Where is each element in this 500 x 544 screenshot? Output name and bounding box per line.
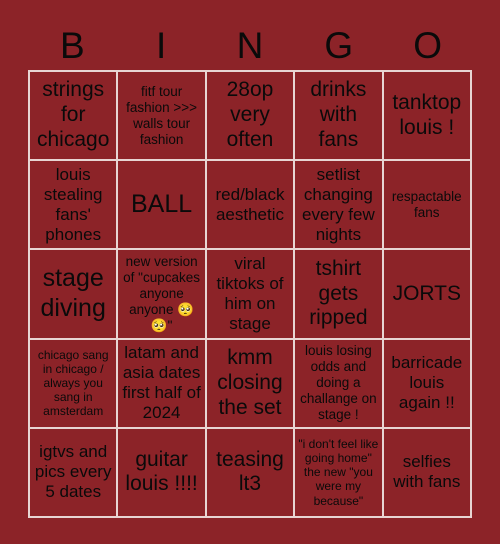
bingo-cell[interactable]: barricade louis again !! (383, 339, 472, 429)
bingo-cell[interactable]: guitar louis !!!! (118, 428, 207, 518)
bingo-cell-label: guitar louis !!!! (125, 447, 198, 496)
bingo-cell-label: chicago sang in chicago / always you san… (37, 347, 112, 419)
bingo-cell-label: JORTS (392, 281, 462, 305)
bingo-cell[interactable]: JORTS (383, 250, 472, 340)
bingo-cell[interactable]: selfies with fans (383, 428, 472, 518)
bingo-header-letter-n: N (236, 24, 264, 66)
bingo-cell-label: "i don't feel like going home" the new "… (298, 437, 382, 508)
bingo-cell-label: strings for chicago (37, 78, 110, 151)
bingo-grid: strings for chicago fitf tour fashion >>… (28, 70, 472, 518)
bingo-cell[interactable]: louis losing odds and doing a challange … (295, 339, 384, 429)
bingo-cell[interactable]: stage diving (30, 250, 119, 340)
bingo-cell-label: red/black aesthetic (215, 184, 290, 224)
bingo-cell[interactable]: teasing lt3 (206, 428, 296, 518)
bingo-cell-label: igtvs and pics every 5 dates (34, 442, 117, 502)
bingo-header-letter-o: O (413, 24, 442, 66)
bingo-cell-label: viral tiktoks of him on stage (216, 253, 289, 334)
bingo-header: B I N G O (28, 22, 472, 68)
bingo-cell[interactable]: "i don't feel like going home" the new "… (295, 428, 384, 518)
bingo-cell-label: selfies with fans (393, 452, 461, 492)
bingo-cell[interactable]: red/black aesthetic (206, 161, 296, 251)
bingo-header-letter-g: G (324, 24, 354, 66)
bingo-cell-label: drinks with fans (310, 78, 373, 151)
bingo-cell[interactable]: fitf tour fashion >>> walls tour fashion (118, 72, 207, 162)
bingo-cell-label: 28op very often (226, 78, 280, 151)
bingo-cell-label: tshirt gets ripped (309, 256, 368, 330)
bingo-cell-label: louis losing odds and doing a challange … (300, 343, 381, 423)
bingo-cell-label: barricade louis again !! (391, 353, 467, 413)
bingo-cell[interactable]: chicago sang in chicago / always you san… (30, 339, 119, 429)
bingo-cell[interactable]: kmm closing the set (206, 339, 296, 429)
bingo-cell[interactable]: louis stealing fans' phones (30, 161, 119, 251)
bingo-cell[interactable]: drinks with fans (295, 72, 384, 162)
bingo-cell-label: BALL (131, 190, 193, 219)
bingo-cell[interactable]: tshirt gets ripped (295, 250, 384, 340)
bingo-cell[interactable]: igtvs and pics every 5 dates (30, 428, 119, 518)
bingo-cell-label: kmm closing the set (217, 346, 289, 419)
bingo-cell[interactable]: latam and asia dates first half of 2024 (118, 339, 207, 429)
bingo-cell-label: latam and asia dates first half of 2024 (122, 343, 206, 423)
bingo-cell[interactable]: BALL (118, 161, 207, 251)
bingo-cell[interactable]: 28op very often (206, 72, 296, 162)
bingo-cell-label: louis stealing fans' phones (43, 164, 108, 244)
bingo-cell[interactable]: tanktop louis ! (383, 72, 472, 162)
bingo-cell-label: fitf tour fashion >>> walls tour fashion (126, 83, 201, 147)
bingo-cell[interactable]: new version of "cupcakes anyone anyone 🥺… (118, 250, 207, 340)
bingo-cell-label: respactable fans (391, 188, 466, 220)
bingo-cell-label: new version of "cupcakes anyone anyone 🥺… (123, 254, 204, 333)
bingo-cell-label: setlist changing every few nights (302, 164, 380, 244)
bingo-card: B I N G O strings for chicago fitf tour … (0, 0, 500, 544)
bingo-cell-label: stage diving (40, 264, 111, 322)
bingo-cell[interactable]: setlist changing every few nights (295, 161, 384, 251)
bingo-cell[interactable]: respactable fans (383, 161, 472, 251)
bingo-cell-label: tanktop louis ! (392, 90, 468, 139)
bingo-cell[interactable]: viral tiktoks of him on stage (206, 250, 296, 340)
bingo-cell-label: teasing lt3 (216, 447, 290, 496)
bingo-header-letter-i: I (156, 24, 167, 66)
bingo-cell[interactable]: strings for chicago (30, 72, 119, 162)
bingo-header-letter-b: B (60, 24, 85, 66)
